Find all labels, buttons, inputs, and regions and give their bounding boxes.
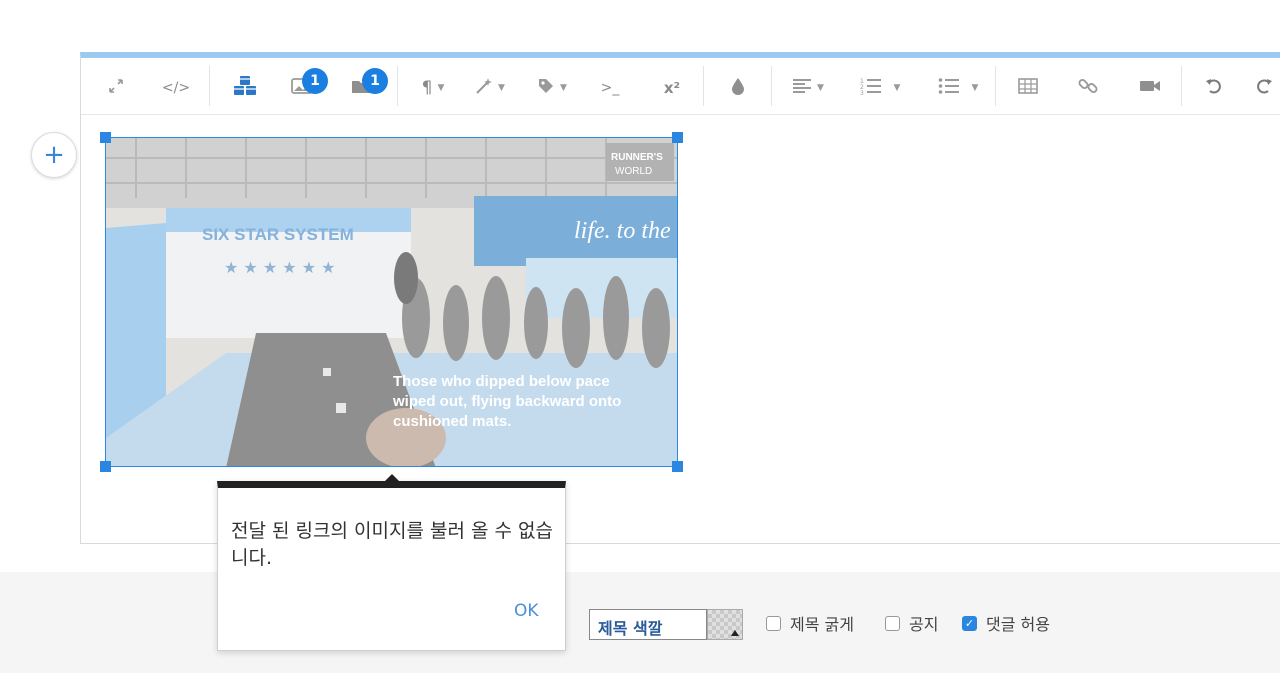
bold-title-label: 제목 굵게 <box>790 615 854 634</box>
toolbar-divider <box>1181 66 1182 106</box>
bold-title-checkbox[interactable] <box>766 616 781 631</box>
expand-icon <box>107 77 125 99</box>
redo-button[interactable] <box>1249 74 1279 102</box>
resize-handle-bottom-right[interactable] <box>672 461 683 472</box>
insert-table-button[interactable] <box>1013 74 1043 102</box>
cubes-icon <box>232 75 258 101</box>
align-left-icon <box>792 78 812 98</box>
pilcrow-icon: ¶ <box>421 78 433 98</box>
droplet-icon <box>731 77 745 99</box>
video-count-badge: 1 <box>362 68 388 94</box>
chevron-down-icon: ▼ <box>893 83 901 93</box>
undo-button[interactable] <box>1199 74 1229 102</box>
chevron-down-icon: ▼ <box>971 83 979 93</box>
subscript-button[interactable]: >_ <box>593 74 627 102</box>
image-load-error-dialog: 전달 된 링크의 이미지를 불러 올 수 없습니다. OK <box>217 481 566 651</box>
title-color-field[interactable]: 제목 색깔 <box>589 609 707 640</box>
code-icon: </> <box>161 80 191 96</box>
toolbar-divider <box>209 66 210 106</box>
chevron-down-icon: ▼ <box>437 83 445 93</box>
align-dropdown[interactable]: ▼ <box>785 74 831 102</box>
toolbar-divider <box>397 66 398 106</box>
video-camera-icon <box>1139 79 1161 97</box>
plus-icon: + <box>43 140 65 170</box>
event-photo: SIX STAR SYSTEM ★ ★ ★ ★ ★ ★ life. to the… <box>106 138 677 466</box>
editor-toolbar: </> 1 1 ¶ ▼ ▼ ▼ >_ x² ▼ 1 2 3 ▼ ▼ <box>81 58 1280 115</box>
allow-comments-label: 댓글 허용 <box>986 615 1050 634</box>
ordered-list-dropdown[interactable]: 123 ▼ <box>851 74 909 102</box>
paragraph-style-dropdown[interactable]: ¶ ▼ <box>411 74 455 102</box>
superscript-icon: x² <box>663 79 681 97</box>
link-icon <box>1078 76 1098 100</box>
add-block-button[interactable]: + <box>31 132 77 178</box>
chevron-down-icon: ▼ <box>498 83 505 93</box>
chevron-down-icon: ▼ <box>817 83 824 93</box>
magic-wand-icon <box>475 77 493 99</box>
insert-block-button[interactable] <box>227 74 263 102</box>
triangle-icon <box>731 630 739 636</box>
special-style-dropdown[interactable]: ▼ <box>467 74 513 102</box>
resize-handle-top-right[interactable] <box>672 132 683 143</box>
bullet-list-icon <box>938 77 960 99</box>
toolbar-divider <box>771 66 772 106</box>
toolbar-divider <box>995 66 996 106</box>
insert-link-button[interactable] <box>1073 74 1103 102</box>
ok-button[interactable]: OK <box>514 601 539 621</box>
redo-icon <box>1255 77 1273 99</box>
table-icon <box>1018 78 1038 98</box>
toolbar-divider <box>703 66 704 106</box>
error-message: 전달 된 링크의 이미지를 불러 올 수 없습니다. <box>231 520 553 569</box>
checkmark-icon: ✓ <box>964 617 975 630</box>
resize-handle-bottom-left[interactable] <box>100 461 111 472</box>
fullscreen-button[interactable] <box>99 74 133 102</box>
chevron-down-icon: ▼ <box>560 83 567 93</box>
allow-comments-checkbox[interactable]: ✓ <box>962 616 977 631</box>
embedded-image[interactable]: SIX STAR SYSTEM ★ ★ ★ ★ ★ ★ life. to the… <box>105 137 678 467</box>
unordered-list-dropdown[interactable]: ▼ <box>929 74 987 102</box>
resize-handle-top-left[interactable] <box>100 132 111 143</box>
ordered-list-icon: 123 <box>860 77 882 99</box>
code-view-button[interactable]: </> <box>159 74 193 102</box>
insert-video-embed-button[interactable] <box>1135 74 1165 102</box>
notice-label: 공지 <box>909 615 939 634</box>
editor-page: </> 1 1 ¶ ▼ ▼ ▼ >_ x² ▼ 1 2 3 ▼ ▼ + SIX … <box>0 0 1280 673</box>
subscript-icon: >_ <box>600 80 620 96</box>
notice-checkbox[interactable] <box>885 616 900 631</box>
color-picker-button[interactable] <box>707 609 743 640</box>
tag-icon <box>537 77 555 99</box>
svg-text:3: 3 <box>860 90 864 95</box>
undo-icon <box>1205 77 1223 99</box>
tag-style-dropdown[interactable]: ▼ <box>529 74 575 102</box>
superscript-button[interactable]: x² <box>655 74 689 102</box>
image-count-badge: 1 <box>302 68 328 94</box>
text-color-button[interactable] <box>723 74 753 102</box>
